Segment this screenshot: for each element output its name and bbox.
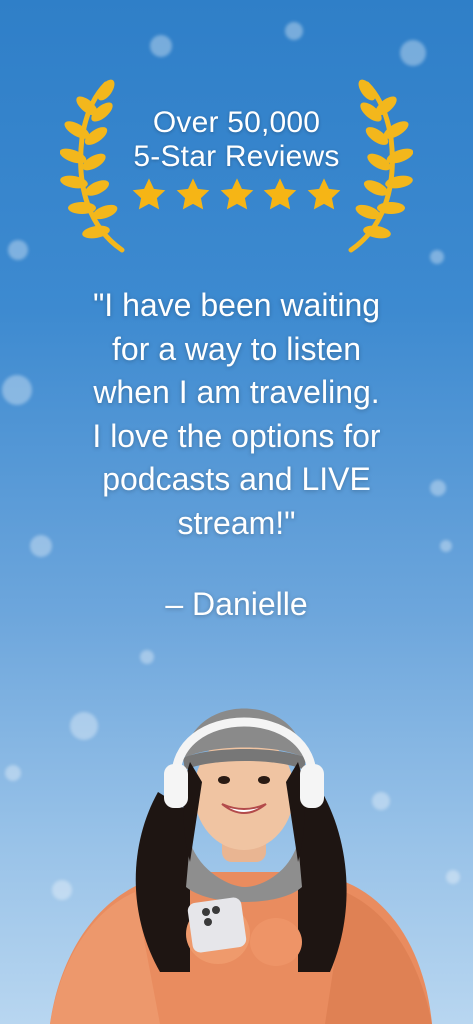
award-badge: Over 50,000 5-Star Reviews xyxy=(60,78,413,253)
snowflake-decoration xyxy=(285,22,303,40)
award-subtitle: 5-Star Reviews xyxy=(133,140,340,173)
quote-line: when I am traveling. xyxy=(93,374,380,411)
star-icon xyxy=(132,178,166,210)
quote-line: podcasts and LIVE xyxy=(102,461,371,498)
star-rating xyxy=(130,176,343,216)
quote-line: I love the options for xyxy=(92,417,381,454)
star-icon xyxy=(220,178,253,210)
quote-line: "I have been waiting xyxy=(92,287,381,323)
snowflake-decoration xyxy=(140,650,154,664)
testimonial-author: – Danielle xyxy=(165,586,308,622)
snowflake-decoration xyxy=(430,250,444,264)
woman-with-headphones-image xyxy=(50,708,432,1024)
star-icon xyxy=(307,178,341,210)
award-title: Over 50,000 xyxy=(152,106,321,139)
snowflake-decoration xyxy=(5,765,21,781)
snowflake-decoration xyxy=(150,35,172,57)
snowflake-decoration xyxy=(446,870,460,884)
testimonial-quote: "I have been waiting for a way to listen… xyxy=(30,284,443,546)
quote-line: stream!" xyxy=(177,504,296,541)
star-icon xyxy=(263,178,297,210)
star-icon xyxy=(176,178,210,210)
snowflake-decoration xyxy=(2,375,32,405)
quote-line: for a way to listen xyxy=(112,330,361,367)
app-store-screenshot: Over 50,000 5-Star Reviews "I have been … xyxy=(0,0,473,1024)
snowflake-decoration xyxy=(8,240,28,260)
snowflake-decoration xyxy=(400,40,426,66)
